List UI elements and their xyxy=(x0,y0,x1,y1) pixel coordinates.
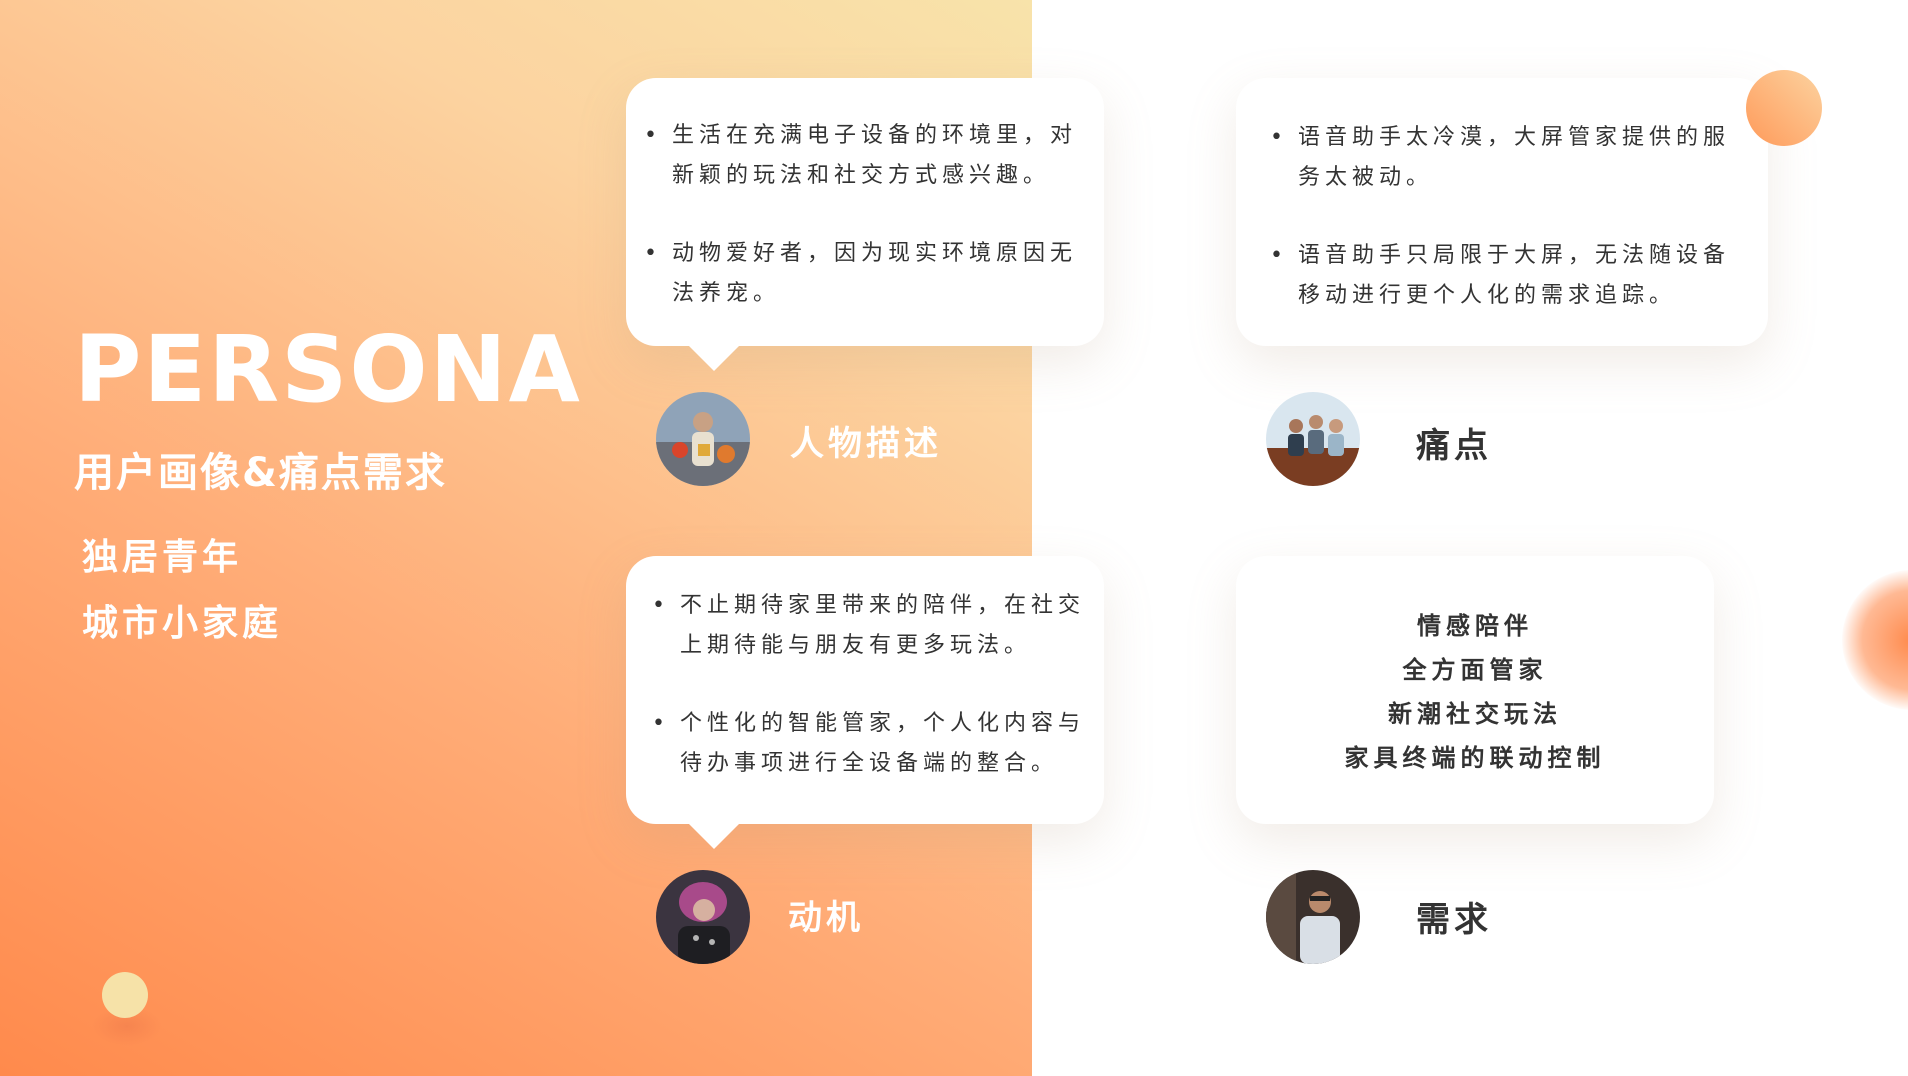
persona-description-card: 生活在充满电子设备的环境里，对新颖的玩法和社交方式感兴趣。 动物爱好者，因为现实… xyxy=(626,78,1104,371)
pain-point-item: 语音助手太冷漠，大屏管家提供的服务太被动。 xyxy=(1270,118,1738,198)
pain-point-card: 语音助手太冷漠，大屏管家提供的服务太被动。 语音助手只局限于大屏，无法随设备移动… xyxy=(1236,78,1768,346)
persona-description-item: 动物爱好者，因为现实环境原因无法养宠。 xyxy=(644,234,1082,314)
motivation-item: 不止期待家里带来的陪伴，在社交上期待能与朋友有更多玩法。 xyxy=(652,586,1100,666)
pain-point-item: 语音助手只局限于大屏，无法随设备移动进行更个人化的需求追踪。 xyxy=(1270,236,1738,316)
pain-point-photo-avatar xyxy=(1266,392,1360,486)
page-title: PERSONA xyxy=(74,316,582,423)
need-item: 全方面管家 xyxy=(1402,656,1548,684)
speech-bubble-tail xyxy=(688,345,740,371)
motivation-photo-avatar xyxy=(656,870,750,964)
pain-section-label: 痛点 xyxy=(1416,426,1492,466)
needs-photo-avatar xyxy=(1266,870,1360,964)
motivation-card: 不止期待家里带来的陪伴，在社交上期待能与朋友有更多玩法。 个性化的智能管家，个人… xyxy=(626,556,1104,849)
motivation-section-label: 动机 xyxy=(788,898,864,938)
decorative-yellow-circle xyxy=(102,972,148,1018)
need-item: 情感陪伴 xyxy=(1417,612,1533,640)
page-subtitle: 用户画像&痛点需求 xyxy=(74,450,447,496)
needs-section-label: 需求 xyxy=(1416,900,1492,940)
needs-card: 情感陪伴 全方面管家 新潮社交玩法 家具终端的联动控制 xyxy=(1236,556,1714,824)
speech-bubble-tail xyxy=(688,823,740,849)
decorative-gradient-circle xyxy=(1746,70,1822,146)
need-item: 家具终端的联动控制 xyxy=(1344,744,1606,772)
persona-description-item: 生活在充满电子设备的环境里，对新颖的玩法和社交方式感兴趣。 xyxy=(644,116,1082,196)
persona-section-label: 人物描述 xyxy=(790,424,942,464)
persona-photo-avatar xyxy=(656,392,750,486)
persona-tag-urban-family: 城市小家庭 xyxy=(82,603,283,644)
decorative-blurred-circle xyxy=(1842,570,1908,710)
motivation-item: 个性化的智能管家，个人化内容与待办事项进行全设备端的整合。 xyxy=(652,704,1100,784)
persona-tag-single-youth: 独居青年 xyxy=(82,537,243,578)
need-item: 新潮社交玩法 xyxy=(1388,700,1562,728)
